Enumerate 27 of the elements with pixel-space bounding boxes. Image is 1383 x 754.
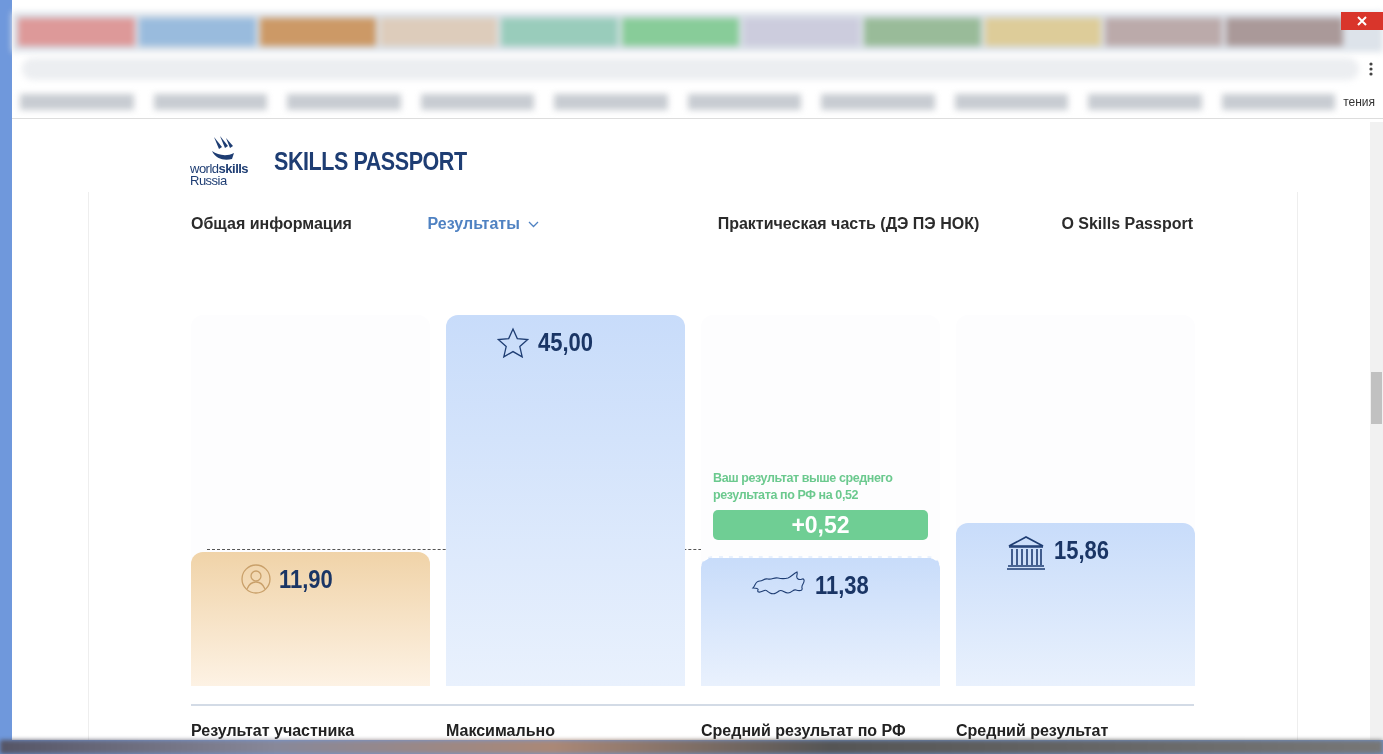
scrollbar[interactable] <box>1370 122 1383 740</box>
person-icon <box>241 564 271 595</box>
menu-icon[interactable] <box>1369 62 1373 76</box>
bookmark-label[interactable]: тения <box>1343 95 1375 109</box>
difference-badge: +0,52 <box>713 510 928 541</box>
logo-text: worldskills <box>190 163 249 175</box>
result-value: 11,38 <box>815 570 869 601</box>
nav-tab[interactable]: Общая информация <box>191 215 428 233</box>
nav-tab[interactable]: О Skills Passport <box>1061 215 1193 233</box>
close-icon <box>1357 16 1367 26</box>
result-value: 45,00 <box>538 327 594 357</box>
result-value: 15,86 <box>1054 534 1110 565</box>
nav-tab[interactable]: Результаты <box>427 215 718 233</box>
worldskills-logo[interactable]: worldskills Russia <box>190 135 249 187</box>
result-label: Максимально <box>446 722 556 740</box>
comparison-note: Ваш результат выше среднего результата по РФ на 0,52 <box>713 470 894 505</box>
result-label: Средний результат по РФ <box>701 722 907 740</box>
logo-text: Russia <box>190 175 228 187</box>
site-title: SKILLS PASSPORT <box>274 146 467 176</box>
result-value: 11,90 <box>279 564 333 595</box>
close-button[interactable] <box>1341 12 1383 30</box>
nav-tab[interactable]: Практическая часть (ДЭ ПЭ НОК) <box>717 215 1062 233</box>
building-icon <box>1006 534 1046 571</box>
result-label: Средний результат <box>956 722 1110 740</box>
star-icon <box>496 327 530 359</box>
scrollbar-thumb[interactable] <box>1371 372 1382 424</box>
result-label: Результат участника <box>191 722 356 740</box>
